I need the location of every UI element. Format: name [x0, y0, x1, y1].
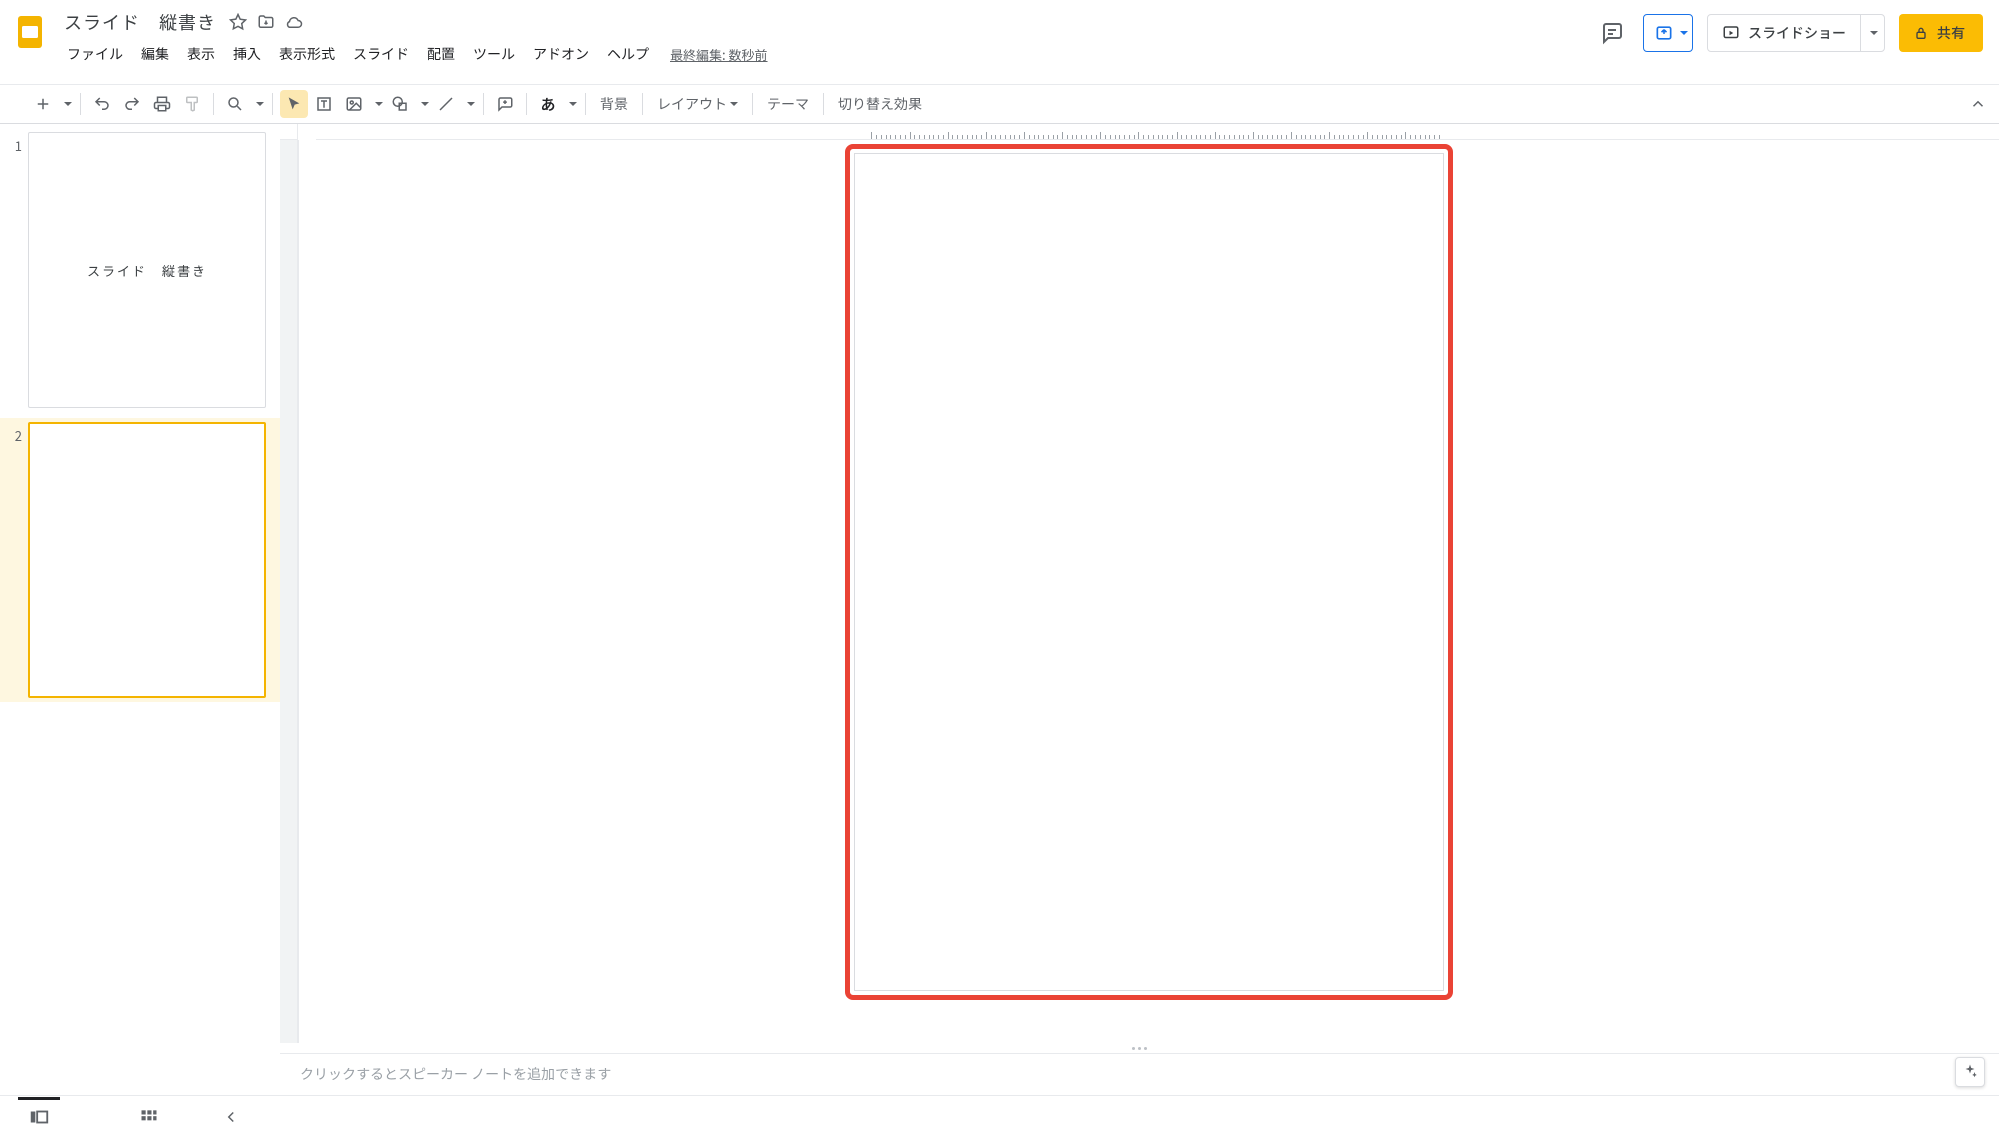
share-button[interactable]: 共有 [1899, 14, 1983, 52]
undo-button[interactable] [88, 90, 116, 118]
ruler-vertical[interactable] [280, 140, 298, 1043]
transition-button[interactable]: 切り替え効果 [830, 90, 930, 118]
thumb-slide-2[interactable] [28, 422, 266, 698]
share-label: 共有 [1937, 23, 1965, 43]
new-slide-dropdown[interactable] [59, 90, 73, 118]
thumb-row-2[interactable]: 2 [0, 418, 280, 702]
zoom-dropdown[interactable] [251, 90, 265, 118]
menu-view[interactable]: 表示 [178, 40, 224, 68]
speaker-notes[interactable]: クリックするとスピーカー ノートを追加できます [280, 1053, 1999, 1095]
zoom-button[interactable] [221, 90, 249, 118]
slideshow-combo: スライドショー [1707, 14, 1885, 52]
filmstrip-view-button[interactable] [18, 1098, 60, 1136]
present-share-button[interactable] [1643, 14, 1693, 52]
menu-slide[interactable]: スライド [344, 40, 418, 68]
thumb-text: スライド 縦書き [87, 261, 207, 280]
last-edit-link[interactable]: 最終編集: 数秒前 [670, 45, 768, 64]
collapse-toolbar-icon[interactable] [1969, 95, 1987, 113]
comments-icon[interactable] [1595, 16, 1629, 50]
redo-button[interactable] [118, 90, 146, 118]
toolbar: あ 背景 レイアウト テーマ 切り替え効果 [0, 84, 1999, 124]
explore-button[interactable] [1955, 1057, 1985, 1087]
menu-tools[interactable]: ツール [464, 40, 524, 68]
thumb-number: 1 [8, 132, 28, 408]
slides-app-icon[interactable] [10, 12, 50, 52]
slideshow-dropdown[interactable] [1860, 15, 1884, 51]
slideshow-label: スライドショー [1748, 23, 1846, 43]
filmstrip[interactable]: 1 スライド 縦書き 2 [0, 124, 280, 1095]
comment-button[interactable] [491, 90, 519, 118]
titlebar: スライド 縦書き ファイル 編集 表示 挿入 表示形式 スライド 配置 ツール … [0, 0, 1999, 84]
footer [0, 1095, 1999, 1137]
slideshow-button[interactable]: スライドショー [1708, 15, 1860, 51]
slide-canvas[interactable] [854, 153, 1444, 991]
thumb-number: 2 [8, 422, 28, 698]
textbox-button[interactable] [310, 90, 338, 118]
thumb-row-1[interactable]: 1 スライド 縦書き [8, 132, 266, 408]
grid-view-button[interactable] [128, 1098, 170, 1136]
slide-highlight [845, 144, 1453, 1000]
shape-button[interactable] [386, 90, 414, 118]
menu-help[interactable]: ヘルプ [598, 40, 658, 68]
theme-button[interactable]: テーマ [759, 90, 817, 118]
ime-dropdown[interactable] [564, 90, 578, 118]
background-button[interactable]: 背景 [592, 90, 636, 118]
menubar: ファイル 編集 表示 挿入 表示形式 スライド 配置 ツール アドオン ヘルプ … [58, 38, 1595, 70]
select-tool-button[interactable] [280, 90, 308, 118]
image-button[interactable] [340, 90, 368, 118]
menu-insert[interactable]: 挿入 [224, 40, 270, 68]
shape-dropdown[interactable] [416, 90, 430, 118]
collapse-filmstrip-button[interactable] [210, 1098, 252, 1136]
menu-edit[interactable]: 編集 [132, 40, 178, 68]
ime-button[interactable]: あ [534, 90, 562, 118]
line-dropdown[interactable] [462, 90, 476, 118]
line-button[interactable] [432, 90, 460, 118]
canvas-area[interactable] [298, 140, 1999, 1043]
move-folder-icon[interactable] [254, 10, 278, 34]
menu-format[interactable]: 表示形式 [270, 40, 344, 68]
menu-file[interactable]: ファイル [58, 40, 132, 68]
menu-arrange[interactable]: 配置 [418, 40, 464, 68]
menu-addons[interactable]: アドオン [524, 40, 598, 68]
thumb-slide-1[interactable]: スライド 縦書き [28, 132, 266, 408]
print-button[interactable] [148, 90, 176, 118]
ruler-horizontal[interactable] [316, 124, 1999, 140]
layout-button[interactable]: レイアウト [649, 90, 746, 118]
image-dropdown[interactable] [370, 90, 384, 118]
star-icon[interactable] [226, 10, 250, 34]
doc-title[interactable]: スライド 縦書き [58, 7, 222, 37]
cloud-status-icon[interactable] [282, 10, 306, 34]
new-slide-button[interactable] [29, 90, 57, 118]
layout-label: レイアウト [657, 94, 727, 114]
notes-drag-handle[interactable] [280, 1043, 1999, 1053]
paint-format-button[interactable] [178, 90, 206, 118]
